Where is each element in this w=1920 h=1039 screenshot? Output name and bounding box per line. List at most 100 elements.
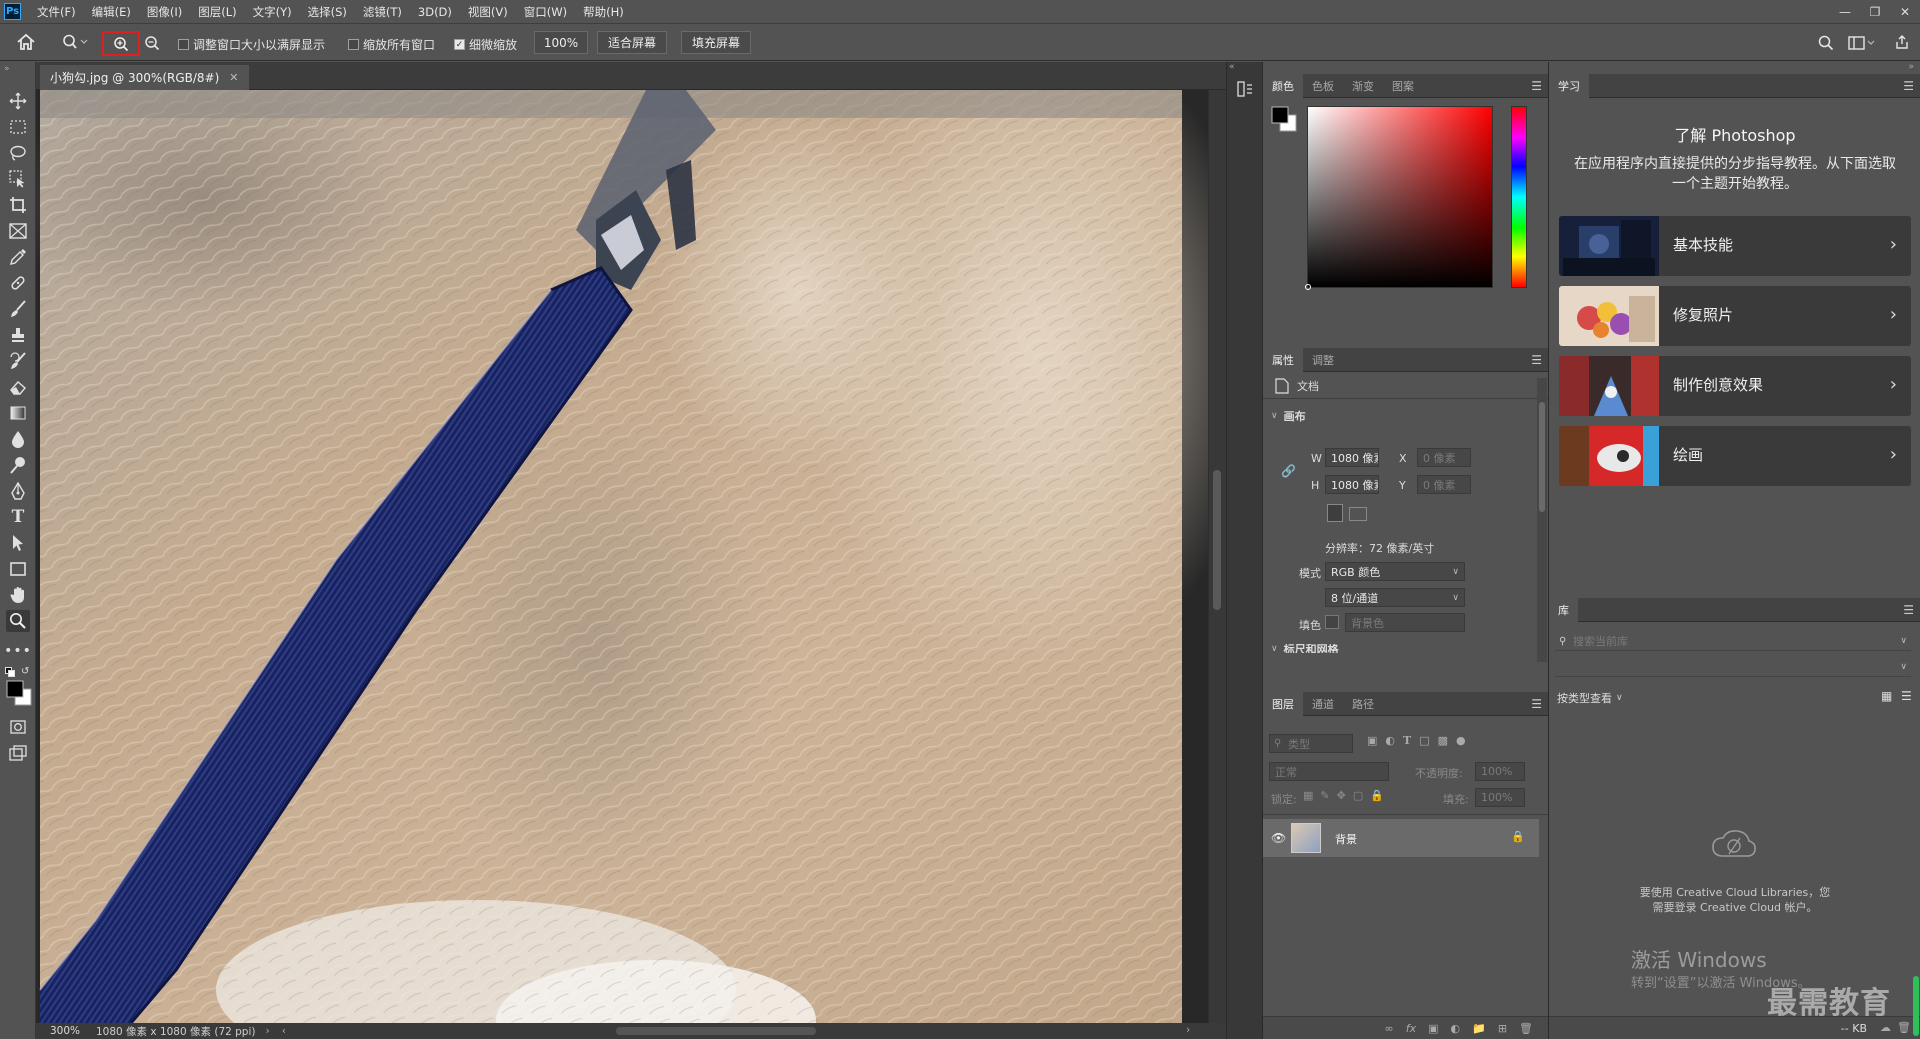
panel-menu-icon[interactable]: ☰	[1903, 603, 1914, 617]
zoom-tool-icon[interactable]	[6, 610, 30, 632]
panel-menu-icon[interactable]: ☰	[1531, 79, 1542, 93]
properties-scrollbar[interactable]	[1537, 378, 1547, 662]
panel-menu-icon[interactable]: ☰	[1531, 697, 1542, 711]
new-layer-icon[interactable]: ⊞	[1498, 1022, 1507, 1035]
vertical-scrollbar[interactable]	[1208, 90, 1226, 1023]
landscape-orientation-icon[interactable]	[1349, 507, 1367, 521]
scroll-left-icon[interactable]: ‹	[282, 1025, 286, 1037]
pen-tool-icon[interactable]	[6, 480, 30, 502]
adjustment-filter-icon[interactable]: ◐	[1385, 734, 1395, 747]
horizontal-scroll-thumb[interactable]	[616, 1027, 816, 1035]
blend-mode-select[interactable]: 正常	[1269, 762, 1389, 781]
smart-object-filter-icon[interactable]: ▩	[1438, 734, 1448, 747]
lock-position-icon[interactable]: ✥	[1337, 789, 1346, 802]
lock-pixels-icon[interactable]: ✎	[1320, 789, 1329, 802]
close-tab-icon[interactable]: ✕	[229, 71, 238, 84]
lock-icon[interactable]: 🔒	[1511, 830, 1525, 843]
menu-edit[interactable]: 编辑(E)	[84, 4, 139, 20]
tab-learn[interactable]: 学习	[1549, 73, 1589, 98]
x-input[interactable]: 0 像素	[1417, 448, 1471, 467]
zoom-all-windows-checkbox[interactable]: 缩放所有窗口	[348, 36, 435, 53]
fit-screen-button[interactable]: 适合屏幕	[597, 31, 667, 54]
shape-filter-icon[interactable]: □	[1419, 734, 1429, 747]
layer-filter-select[interactable]: ⚲ 类型	[1269, 734, 1353, 753]
type-tool-icon[interactable]: T	[6, 506, 30, 528]
lock-transparent-icon[interactable]: ▦	[1303, 789, 1313, 802]
status-arrow-icon[interactable]: ›	[265, 1025, 269, 1037]
pixel-filter-icon[interactable]: ▣	[1367, 734, 1377, 747]
restore-icon[interactable]: ❐	[1860, 0, 1890, 23]
gradient-tool-icon[interactable]	[6, 402, 30, 424]
learn-card-creative-effects[interactable]: 制作创意效果 ›	[1559, 356, 1911, 416]
bit-depth-select[interactable]: 8 位/通道 ∨	[1325, 588, 1465, 607]
tab-swatches[interactable]: 色板	[1303, 74, 1343, 98]
eyedropper-tool-icon[interactable]	[6, 246, 30, 268]
add-mask-icon[interactable]: ▣	[1428, 1022, 1438, 1035]
height-input[interactable]: 1080 像素	[1325, 475, 1379, 494]
opacity-input[interactable]: 100%	[1475, 762, 1525, 781]
workspace-icon[interactable]	[1848, 35, 1876, 51]
visibility-eye-icon[interactable]: 👁	[1271, 831, 1286, 845]
marquee-tool-icon[interactable]	[6, 116, 30, 138]
scroll-thumb[interactable]	[1213, 470, 1221, 610]
collapse-toolbar-icon[interactable]: »	[4, 64, 10, 74]
scroll-thumb[interactable]	[1539, 402, 1545, 512]
healing-brush-tool-icon[interactable]	[6, 272, 30, 294]
menu-view[interactable]: 视图(V)	[460, 4, 516, 20]
cloud-sync-icon[interactable]: ☁	[1880, 1021, 1891, 1034]
clone-stamp-tool-icon[interactable]	[6, 324, 30, 346]
learn-card-fix-photo[interactable]: 修复照片 ›	[1559, 286, 1911, 346]
hue-slider[interactable]	[1511, 106, 1527, 288]
tab-channels[interactable]: 通道	[1303, 692, 1343, 716]
brush-tool-icon[interactable]	[6, 298, 30, 320]
delete-layer-icon[interactable]: 🗑	[1519, 1022, 1533, 1035]
scrubby-zoom-checkbox[interactable]: ✓ 细微缩放	[454, 36, 517, 53]
link-icon[interactable]: 🔗	[1281, 464, 1296, 478]
color-field[interactable]	[1305, 106, 1493, 290]
link-layers-icon[interactable]: ∞	[1385, 1022, 1394, 1035]
more-tools-icon[interactable]: •••	[4, 640, 31, 662]
color-picker-handle[interactable]	[1305, 284, 1311, 290]
hand-tool-icon[interactable]	[6, 584, 30, 606]
y-input[interactable]: 0 像素	[1417, 475, 1471, 494]
quick-mask-icon[interactable]	[6, 716, 30, 738]
object-select-tool-icon[interactable]	[6, 168, 30, 190]
filter-toggle-icon[interactable]: ●	[1456, 734, 1466, 747]
lock-artboard-icon[interactable]: ▢	[1353, 789, 1363, 802]
type-filter-icon[interactable]: T	[1403, 734, 1411, 747]
screen-mode-icon[interactable]	[6, 742, 30, 764]
menu-type[interactable]: 文字(Y)	[245, 4, 300, 20]
move-tool-icon[interactable]	[6, 90, 30, 112]
library-search-input[interactable]: ⚲ 搜索当前库 ∨	[1555, 632, 1911, 651]
search-icon[interactable]	[1818, 35, 1834, 51]
fill-select[interactable]: 背景色	[1345, 613, 1465, 632]
menu-window[interactable]: 窗口(W)	[516, 4, 575, 20]
crop-tool-icon[interactable]	[6, 194, 30, 216]
dodge-tool-icon[interactable]	[6, 454, 30, 476]
zoom-percent-field[interactable]: 100%	[534, 31, 588, 54]
tab-color[interactable]: 颜色	[1263, 73, 1303, 98]
resize-windows-checkbox[interactable]: 调整窗口大小以满屏显示	[178, 36, 325, 53]
tab-layers[interactable]: 图层	[1263, 691, 1303, 716]
path-selection-tool-icon[interactable]	[6, 532, 30, 554]
rectangle-tool-icon[interactable]	[6, 558, 30, 580]
canvas-area[interactable]	[36, 90, 1208, 1023]
tab-adjustments[interactable]: 调整	[1303, 348, 1343, 372]
frame-tool-icon[interactable]	[6, 220, 30, 242]
foreground-background-swatch[interactable]	[6, 680, 32, 706]
width-input[interactable]: 1080 像素	[1325, 448, 1379, 467]
home-icon[interactable]	[16, 33, 36, 51]
rulers-section-header[interactable]: ∨ 标尺和网格	[1271, 644, 1339, 653]
adjustment-layer-icon[interactable]: ◐	[1451, 1022, 1461, 1035]
tab-libraries[interactable]: 库	[1549, 597, 1578, 622]
learn-card-painting[interactable]: 绘画 ›	[1559, 426, 1911, 486]
tab-patterns[interactable]: 图案	[1383, 74, 1423, 98]
blur-tool-icon[interactable]	[6, 428, 30, 450]
delete-icon[interactable]: 🗑	[1897, 1021, 1911, 1034]
close-icon[interactable]: ✕	[1890, 0, 1920, 23]
scroll-right-icon[interactable]: ›	[1186, 1024, 1190, 1036]
share-icon[interactable]	[1894, 34, 1910, 50]
grid-view-icon[interactable]: ▦	[1881, 689, 1892, 703]
layer-row-background[interactable]: 👁 背景 🔒	[1263, 819, 1539, 857]
tab-properties[interactable]: 属性	[1263, 347, 1303, 372]
